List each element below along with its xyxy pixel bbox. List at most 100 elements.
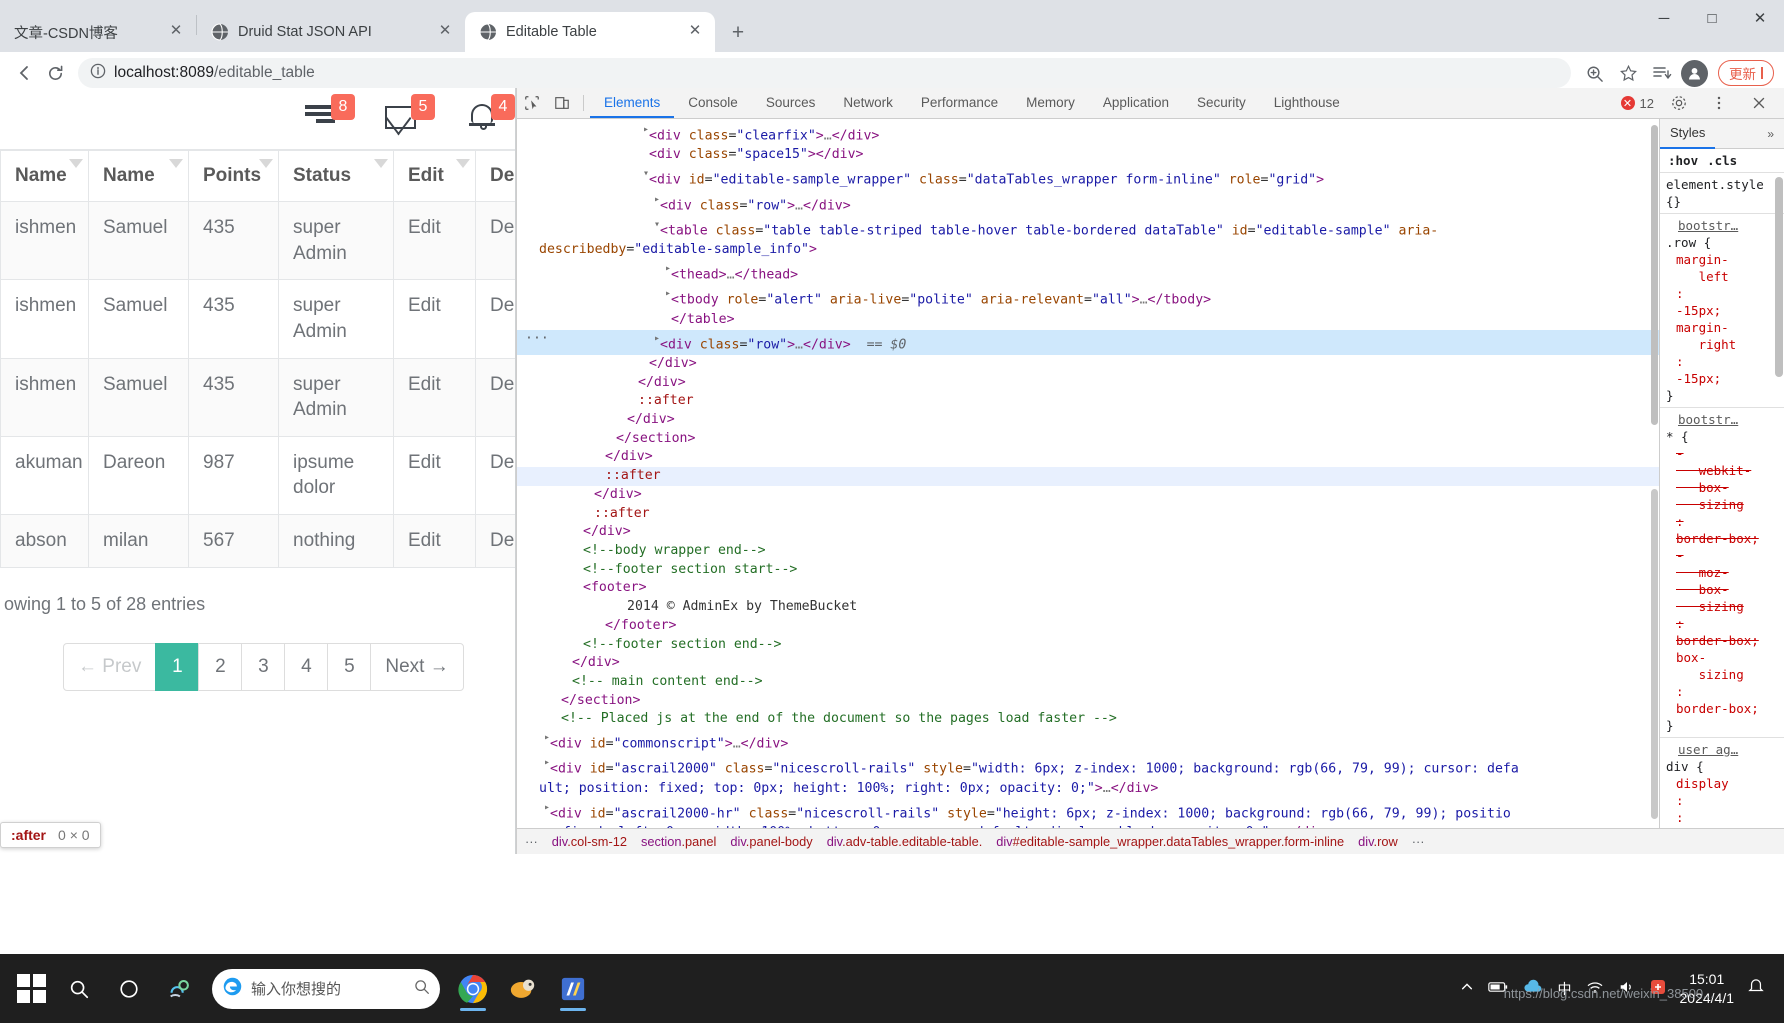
dom-line[interactable]: ▾ <table class="table table-striped table… [517,216,1659,241]
browser-tab-2[interactable]: Editable Table ✕ [465,12,715,52]
dom-line[interactable]: </footer> [517,617,1659,636]
tab-performance[interactable]: Performance [907,88,1012,118]
dom-line[interactable]: n: fixed; left: 0px; width: 100%; bottom… [517,824,1659,828]
notification-center-icon[interactable] [1748,978,1764,999]
edit-button[interactable]: Edit [393,514,476,568]
breadcrumb-item[interactable]: ··· [525,834,538,849]
pagination-page-1[interactable]: 1 [155,642,200,691]
close-icon[interactable]: ✕ [166,22,186,42]
breadcrumb-item[interactable]: div.row [1358,834,1398,849]
pagination-page-3[interactable]: 3 [241,642,286,691]
style-property[interactable]: margin- right: -15px; [1666,319,1780,387]
delete-button[interactable]: Delete [475,200,515,281]
maximize-button[interactable]: □ [1688,0,1736,36]
reading-list-icon[interactable] [1647,58,1677,88]
elements-tree[interactable]: ▸ <div class="clearfix">…</div> <div class… [517,119,1659,828]
dom-line[interactable]: <!--footer section start--> [517,561,1659,580]
elements-scrollbar[interactable] [1649,119,1659,828]
bookmark-star-icon[interactable] [1613,58,1643,88]
dom-line[interactable]: ··· ▸ <div class="row">…</div> == $0 [517,329,1659,355]
breadcrumb-item[interactable]: div.col-sm-12 [552,834,627,849]
taskbar-search-icon[interactable] [54,963,104,1015]
dom-line[interactable]: </div> [517,411,1659,430]
taskbar-chrome-icon[interactable] [448,963,498,1015]
taskbar-search-box[interactable]: 输入你想搜的 [212,968,440,1009]
edit-button[interactable]: Edit [393,200,476,281]
dom-breadcrumb[interactable]: ··· div.col-sm-12 section.panel div.panel-b… [517,828,1784,854]
tab-lighthouse[interactable]: Lighthouse [1260,88,1354,118]
breadcrumb-item[interactable]: div#editable-sample_wrapper.dataTables_w… [996,834,1344,849]
close-icon[interactable]: ✕ [685,22,705,42]
zoom-icon[interactable] [1579,58,1609,88]
table-row[interactable]: ishmen Samuel 435 super Admin Edit Delet… [0,357,515,437]
col-header-points[interactable]: Points [188,150,279,202]
hov-filter-button[interactable]: :hov [1668,153,1698,168]
col-header-name2[interactable]: Name [88,150,189,202]
taskbar-app2-icon[interactable] [548,963,598,1015]
edit-button[interactable]: Edit [393,357,476,437]
breadcrumb-item[interactable]: div.adv-table.editable-table. [827,834,983,849]
style-property[interactable]: display:: [1666,775,1780,826]
gear-icon[interactable] [1664,95,1694,111]
error-count-badge[interactable]: ✕ 12 [1620,96,1654,111]
info-icon[interactable] [90,63,106,84]
minimize-button[interactable]: ─ [1640,0,1688,36]
kebab-icon[interactable] [1704,95,1734,111]
tab-memory[interactable]: Memory [1012,88,1089,118]
tab-console[interactable]: Console [674,88,752,118]
tab-network[interactable]: Network [829,88,907,118]
dom-line[interactable]: ▸ <div id="commonscript">…</div> [517,729,1659,754]
new-tab-button[interactable]: + [723,18,753,48]
col-header-edit[interactable]: Edit [393,150,476,202]
browser-tab-0[interactable]: 文章-CSDN博客 ✕ [0,12,196,52]
tab-application[interactable]: Application [1089,88,1183,118]
table-row[interactable]: akuman Dareon 987 ipsume dolor Edit Dele… [0,435,515,516]
envelope-badge-group[interactable]: 5 [385,94,435,138]
style-rule[interactable]: bootstr… * {- webkit- box- sizing: border-… [1660,408,1784,738]
profile-avatar[interactable] [1681,59,1708,87]
dom-line[interactable]: </div> [517,654,1659,673]
search-icon[interactable] [413,978,430,999]
taskbar-app-icon[interactable] [498,963,548,1015]
bell-badge-group[interactable]: 4 [465,94,515,138]
table-row[interactable]: abson milan 567 nothing Edit Delete [0,514,515,568]
reload-icon[interactable] [40,58,70,88]
dom-line[interactable]: ::after [517,505,1659,524]
tab-styles[interactable]: Styles [1660,119,1716,149]
task-view-icon[interactable] [104,963,154,1015]
widgets-icon[interactable] [154,963,204,1015]
delete-button[interactable]: Delete [475,435,515,516]
address-bar[interactable]: localhost:8089/editable_table [78,58,1571,88]
dom-line[interactable]: describedby="editable-sample_info"> [517,241,1659,260]
dom-line[interactable]: ::after [517,392,1659,411]
start-button[interactable] [8,966,54,1012]
delete-button[interactable]: Delete [475,279,515,359]
chevron-up-icon[interactable] [1460,980,1474,997]
table-row[interactable]: ishmen Samuel 435 super Admin Edit Delet… [0,200,515,281]
style-source[interactable]: user ag… [1666,741,1780,758]
styles-rules[interactable]: element.style {} bootstr… .row {margin- le… [1660,173,1784,828]
webpage-viewport[interactable]: 8 5 4 Name Name Points Status Edit De is… [0,88,516,854]
tasks-badge-group[interactable]: 8 [305,94,355,138]
tab-security[interactable]: Security [1183,88,1260,118]
pagination-next[interactable]: Next → [370,642,464,691]
breadcrumb-item[interactable]: div.panel-body [730,834,812,849]
style-rule[interactable]: element.style {} [1660,173,1784,214]
breadcrumb-item[interactable]: ··· [1412,834,1425,849]
breadcrumb-item[interactable]: section.panel [641,834,716,849]
dom-line[interactable]: ▾ <div id="editable-sample_wrapper" class… [517,165,1659,190]
more-tabs-icon[interactable]: » [1767,127,1784,141]
close-devtools-icon[interactable] [1744,95,1774,111]
pagination-page-4[interactable]: 4 [284,642,329,691]
tab-elements[interactable]: Elements [590,88,675,118]
table-row[interactable]: ishmen Samuel 435 super Admin Edit Delet… [0,279,515,359]
cls-filter-button[interactable]: .cls [1707,153,1737,168]
dom-line[interactable]: <!-- Placed js at the end of the documen… [517,710,1659,729]
dom-line[interactable]: <footer> [517,579,1659,598]
dom-line[interactable]: </div> [517,448,1659,467]
dom-line[interactable]: ▸ <div class="clearfix">…</div> [517,121,1659,146]
close-window-button[interactable]: ✕ [1736,0,1784,36]
dom-line[interactable]: 2014 © AdminEx by ThemeBucket [517,598,1659,617]
dom-line[interactable]: <!-- main content end--> [517,673,1659,692]
delete-button[interactable]: Delete [475,514,515,568]
